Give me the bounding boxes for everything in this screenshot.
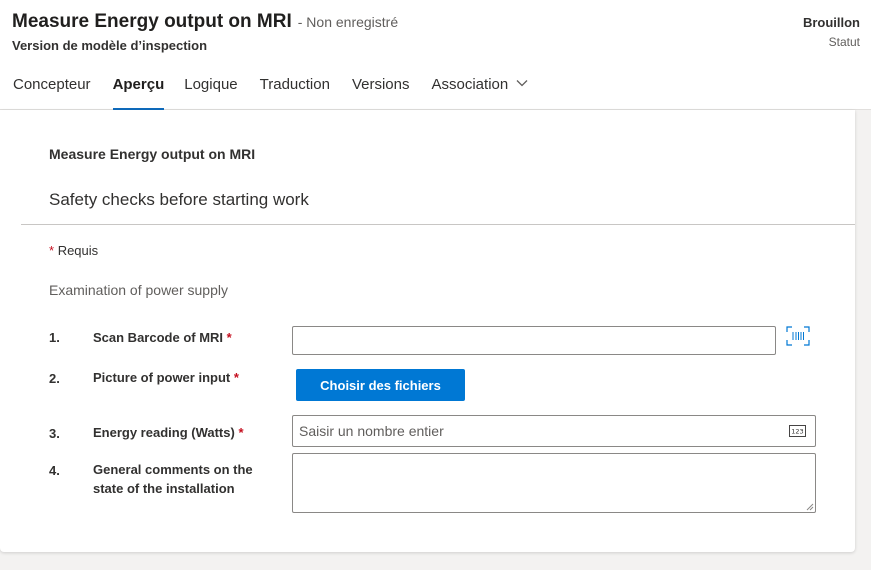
tab-concepteur[interactable]: Concepteur [13,76,91,110]
tab-association[interactable]: Association [432,76,529,110]
form-title: Measure Energy output on MRI [49,146,256,162]
resize-grip-icon[interactable] [806,503,814,511]
chevron-down-icon [516,80,528,87]
question-label-text: Picture of power input [93,370,231,385]
barcode-input[interactable] [292,326,776,355]
title-row: Measure Energy output on MRI - Non enreg… [12,11,398,33]
energy-reading-field[interactable]: 123 [292,415,816,447]
status-label: Statut [828,35,860,49]
tab-label: Aperçu [112,76,165,93]
required-star: * [233,370,239,385]
tab-label: Traduction [259,76,330,93]
status-value: Brouillon [802,15,860,30]
energy-reading-input[interactable] [299,423,779,439]
section-divider [21,224,855,225]
comments-textarea-field[interactable] [292,453,816,513]
section-title: Safety checks before starting work [49,190,309,209]
tab-label: Association [431,76,509,93]
group-title: Examination of power supply [49,282,228,298]
status-block: Brouillon Statut [803,15,860,49]
question-number: 1. [49,330,60,345]
page-title: Measure Energy output on MRI [12,11,292,32]
page-subtitle: Version de modèle d’inspection [12,38,208,53]
required-note: * Requis [49,243,98,258]
tab-label: Concepteur [13,76,91,93]
required-note-text: Requis [57,243,99,258]
tab-apercu[interactable]: Aperçu [112,76,165,110]
question-label: Scan Barcode of MRI * [93,328,232,347]
question-number: 3. [49,426,60,441]
question-label: Energy reading (Watts) * [93,423,244,442]
question-label: Picture of power input * [93,368,239,387]
required-star: * [238,425,244,440]
barcode-scan-icon[interactable] [786,326,810,346]
tab-bar: Concepteur Aperçu Logique Traduction Ver… [0,76,528,110]
page-header: Measure Energy output on MRI - Non enreg… [0,0,871,110]
tab-logique[interactable]: Logique [184,76,237,110]
tab-label: Logique [184,76,238,93]
number-input-icon: 123 [789,425,806,437]
question-number: 4. [49,463,60,478]
tab-versions[interactable]: Versions [352,76,410,110]
question-label: General comments on the state of the ins… [93,462,253,496]
comments-textarea[interactable] [293,454,815,512]
tab-traduction[interactable]: Traduction [260,76,330,110]
tab-label: Versions [351,76,410,93]
question-label-text: Energy reading (Watts) [93,425,235,440]
question-label-text: Scan Barcode of MRI [93,330,224,345]
choose-files-button[interactable]: Choisir des fichiers [296,369,465,401]
unsaved-indicator: - Non enregistré [297,14,399,30]
question-number: 2. [49,371,60,386]
required-star: * [226,330,232,345]
svg-text:123: 123 [791,428,803,436]
required-star: * [49,243,55,258]
form-preview-card: Measure Energy output on MRI Safety chec… [0,110,855,552]
